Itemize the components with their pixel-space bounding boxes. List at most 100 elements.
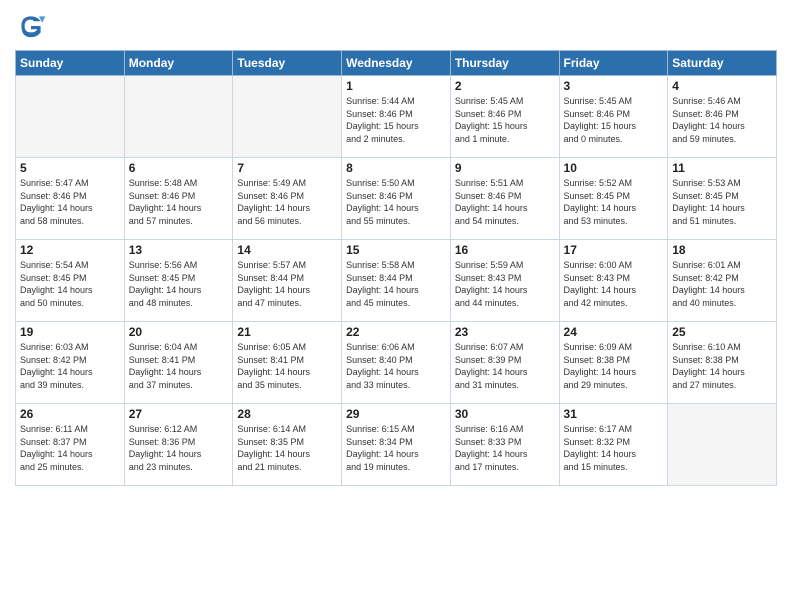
cell-text: Sunrise: 6:03 AM Sunset: 8:42 PM Dayligh… xyxy=(20,341,120,391)
calendar-cell: 2 Sunrise: 5:45 AM Sunset: 8:46 PM Daylig… xyxy=(450,76,559,158)
calendar-cell: 14Sunrise: 5:57 AM Sunset: 8:44 PM Dayli… xyxy=(233,240,342,322)
day-number: 30 xyxy=(455,407,555,421)
day-number: 28 xyxy=(237,407,337,421)
calendar-cell: 21 Sunrise: 6:05 AM Sunset: 8:41 PM Dayli… xyxy=(233,322,342,404)
day-number: 7 xyxy=(237,161,337,175)
calendar-cell: 7 Sunrise: 5:49 AM Sunset: 8:46 PM Daylig… xyxy=(233,158,342,240)
cell-text: Sunrise: 5:52 AM Sunset: 8:45 PM Dayligh… xyxy=(564,177,664,227)
cell-text: Sunrise: 5:51 AM Sunset: 8:46 PM Dayligh… xyxy=(455,177,555,227)
logo xyxy=(15,10,51,42)
calendar-cell: 12 Sunrise: 5:54 AM Sunset: 8:45 PM Dayli… xyxy=(16,240,125,322)
day-number: 18 xyxy=(672,243,772,257)
day-number: 13 xyxy=(129,243,229,257)
day-number: 31 xyxy=(564,407,664,421)
cell-text: Sunrise: 6:06 AM Sunset: 8:40 PM Dayligh… xyxy=(346,341,446,391)
calendar-cell: 8 Sunrise: 5:50 AM Sunset: 8:46 PM Daylig… xyxy=(342,158,451,240)
calendar-cell: 23 Sunrise: 6:07 AM Sunset: 8:39 PM Dayli… xyxy=(450,322,559,404)
calendar-cell: 1Sunrise: 5:44 AM Sunset: 8:46 PM Daylig… xyxy=(342,76,451,158)
day-number: 22 xyxy=(346,325,446,339)
day-number: 15 xyxy=(346,243,446,257)
day-number: 23 xyxy=(455,325,555,339)
cell-text: Sunrise: 5:44 AM Sunset: 8:46 PM Dayligh… xyxy=(346,95,446,145)
day-number: 21 xyxy=(237,325,337,339)
day-number: 27 xyxy=(129,407,229,421)
calendar-cell xyxy=(16,76,125,158)
week-row-4: 26Sunrise: 6:11 AM Sunset: 8:37 PM Dayli… xyxy=(16,404,777,486)
calendar-cell: 19 Sunrise: 6:03 AM Sunset: 8:42 PM Dayli… xyxy=(16,322,125,404)
header xyxy=(15,10,777,42)
day-number: 26 xyxy=(20,407,120,421)
calendar-cell: 4 Sunrise: 5:46 AM Sunset: 8:46 PM Daylig… xyxy=(668,76,777,158)
day-number: 20 xyxy=(129,325,229,339)
calendar-cell: 17 Sunrise: 6:00 AM Sunset: 8:43 PM Dayli… xyxy=(559,240,668,322)
calendar-cell: 9 Sunrise: 5:51 AM Sunset: 8:46 PM Daylig… xyxy=(450,158,559,240)
day-number: 12 xyxy=(20,243,120,257)
day-number: 9 xyxy=(455,161,555,175)
weekday-header-wednesday: Wednesday xyxy=(342,51,451,76)
week-row-2: 12 Sunrise: 5:54 AM Sunset: 8:45 PM Dayli… xyxy=(16,240,777,322)
cell-text: Sunrise: 5:47 AM Sunset: 8:46 PM Dayligh… xyxy=(20,177,120,227)
calendar-cell xyxy=(668,404,777,486)
day-number: 19 xyxy=(20,325,120,339)
calendar-cell: 18 Sunrise: 6:01 AM Sunset: 8:42 PM Dayli… xyxy=(668,240,777,322)
weekday-header-friday: Friday xyxy=(559,51,668,76)
day-number: 8 xyxy=(346,161,446,175)
weekday-header-saturday: Saturday xyxy=(668,51,777,76)
cell-text: Sunrise: 5:53 AM Sunset: 8:45 PM Dayligh… xyxy=(672,177,772,227)
week-row-1: 5 Sunrise: 5:47 AM Sunset: 8:46 PM Daylig… xyxy=(16,158,777,240)
calendar-cell: 30 Sunrise: 6:16 AM Sunset: 8:33 PM Dayli… xyxy=(450,404,559,486)
day-number: 3 xyxy=(564,79,664,93)
cell-text: Sunrise: 6:05 AM Sunset: 8:41 PM Dayligh… xyxy=(237,341,337,391)
calendar-cell: 10Sunrise: 5:52 AM Sunset: 8:45 PM Dayli… xyxy=(559,158,668,240)
cell-text: Sunrise: 5:59 AM Sunset: 8:43 PM Dayligh… xyxy=(455,259,555,309)
cell-text: Sunrise: 5:49 AM Sunset: 8:46 PM Dayligh… xyxy=(237,177,337,227)
calendar-cell: 15 Sunrise: 5:58 AM Sunset: 8:44 PM Dayli… xyxy=(342,240,451,322)
calendar-cell: 24Sunrise: 6:09 AM Sunset: 8:38 PM Dayli… xyxy=(559,322,668,404)
calendar-cell: 16Sunrise: 5:59 AM Sunset: 8:43 PM Dayli… xyxy=(450,240,559,322)
calendar-cell: 20 Sunrise: 6:04 AM Sunset: 8:41 PM Dayli… xyxy=(124,322,233,404)
calendar-body: 1Sunrise: 5:44 AM Sunset: 8:46 PM Daylig… xyxy=(16,76,777,486)
weekday-header-sunday: Sunday xyxy=(16,51,125,76)
calendar-cell: 3Sunrise: 5:45 AM Sunset: 8:46 PM Daylig… xyxy=(559,76,668,158)
day-number: 14 xyxy=(237,243,337,257)
page: SundayMondayTuesdayWednesdayThursdayFrid… xyxy=(0,0,792,612)
calendar-cell: 6Sunrise: 5:48 AM Sunset: 8:46 PM Daylig… xyxy=(124,158,233,240)
day-number: 25 xyxy=(672,325,772,339)
cell-text: Sunrise: 5:46 AM Sunset: 8:46 PM Dayligh… xyxy=(672,95,772,145)
calendar: SundayMondayTuesdayWednesdayThursdayFrid… xyxy=(15,50,777,486)
cell-text: Sunrise: 6:17 AM Sunset: 8:32 PM Dayligh… xyxy=(564,423,664,473)
week-row-3: 19 Sunrise: 6:03 AM Sunset: 8:42 PM Dayli… xyxy=(16,322,777,404)
day-number: 5 xyxy=(20,161,120,175)
cell-text: Sunrise: 5:54 AM Sunset: 8:45 PM Dayligh… xyxy=(20,259,120,309)
cell-text: Sunrise: 6:01 AM Sunset: 8:42 PM Dayligh… xyxy=(672,259,772,309)
cell-text: Sunrise: 5:45 AM Sunset: 8:46 PM Dayligh… xyxy=(455,95,555,145)
weekday-header-monday: Monday xyxy=(124,51,233,76)
calendar-cell: 25 Sunrise: 6:10 AM Sunset: 8:38 PM Dayli… xyxy=(668,322,777,404)
cell-text: Sunrise: 5:50 AM Sunset: 8:46 PM Dayligh… xyxy=(346,177,446,227)
calendar-cell: 29Sunrise: 6:15 AM Sunset: 8:34 PM Dayli… xyxy=(342,404,451,486)
day-number: 17 xyxy=(564,243,664,257)
day-number: 11 xyxy=(672,161,772,175)
day-number: 4 xyxy=(672,79,772,93)
cell-text: Sunrise: 5:58 AM Sunset: 8:44 PM Dayligh… xyxy=(346,259,446,309)
cell-text: Sunrise: 6:00 AM Sunset: 8:43 PM Dayligh… xyxy=(564,259,664,309)
cell-text: Sunrise: 6:10 AM Sunset: 8:38 PM Dayligh… xyxy=(672,341,772,391)
day-number: 6 xyxy=(129,161,229,175)
cell-text: Sunrise: 6:14 AM Sunset: 8:35 PM Dayligh… xyxy=(237,423,337,473)
calendar-cell: 27Sunrise: 6:12 AM Sunset: 8:36 PM Dayli… xyxy=(124,404,233,486)
cell-text: Sunrise: 6:15 AM Sunset: 8:34 PM Dayligh… xyxy=(346,423,446,473)
day-number: 2 xyxy=(455,79,555,93)
calendar-header: SundayMondayTuesdayWednesdayThursdayFrid… xyxy=(16,51,777,76)
calendar-cell: 22 Sunrise: 6:06 AM Sunset: 8:40 PM Dayli… xyxy=(342,322,451,404)
cell-text: Sunrise: 5:56 AM Sunset: 8:45 PM Dayligh… xyxy=(129,259,229,309)
cell-text: Sunrise: 6:04 AM Sunset: 8:41 PM Dayligh… xyxy=(129,341,229,391)
weekday-header-tuesday: Tuesday xyxy=(233,51,342,76)
weekday-header-thursday: Thursday xyxy=(450,51,559,76)
calendar-cell: 13 Sunrise: 5:56 AM Sunset: 8:45 PM Dayli… xyxy=(124,240,233,322)
day-number: 24 xyxy=(564,325,664,339)
calendar-cell: 5 Sunrise: 5:47 AM Sunset: 8:46 PM Daylig… xyxy=(16,158,125,240)
cell-text: Sunrise: 6:07 AM Sunset: 8:39 PM Dayligh… xyxy=(455,341,555,391)
weekday-row: SundayMondayTuesdayWednesdayThursdayFrid… xyxy=(16,51,777,76)
calendar-cell: 11 Sunrise: 5:53 AM Sunset: 8:45 PM Dayli… xyxy=(668,158,777,240)
cell-text: Sunrise: 6:16 AM Sunset: 8:33 PM Dayligh… xyxy=(455,423,555,473)
